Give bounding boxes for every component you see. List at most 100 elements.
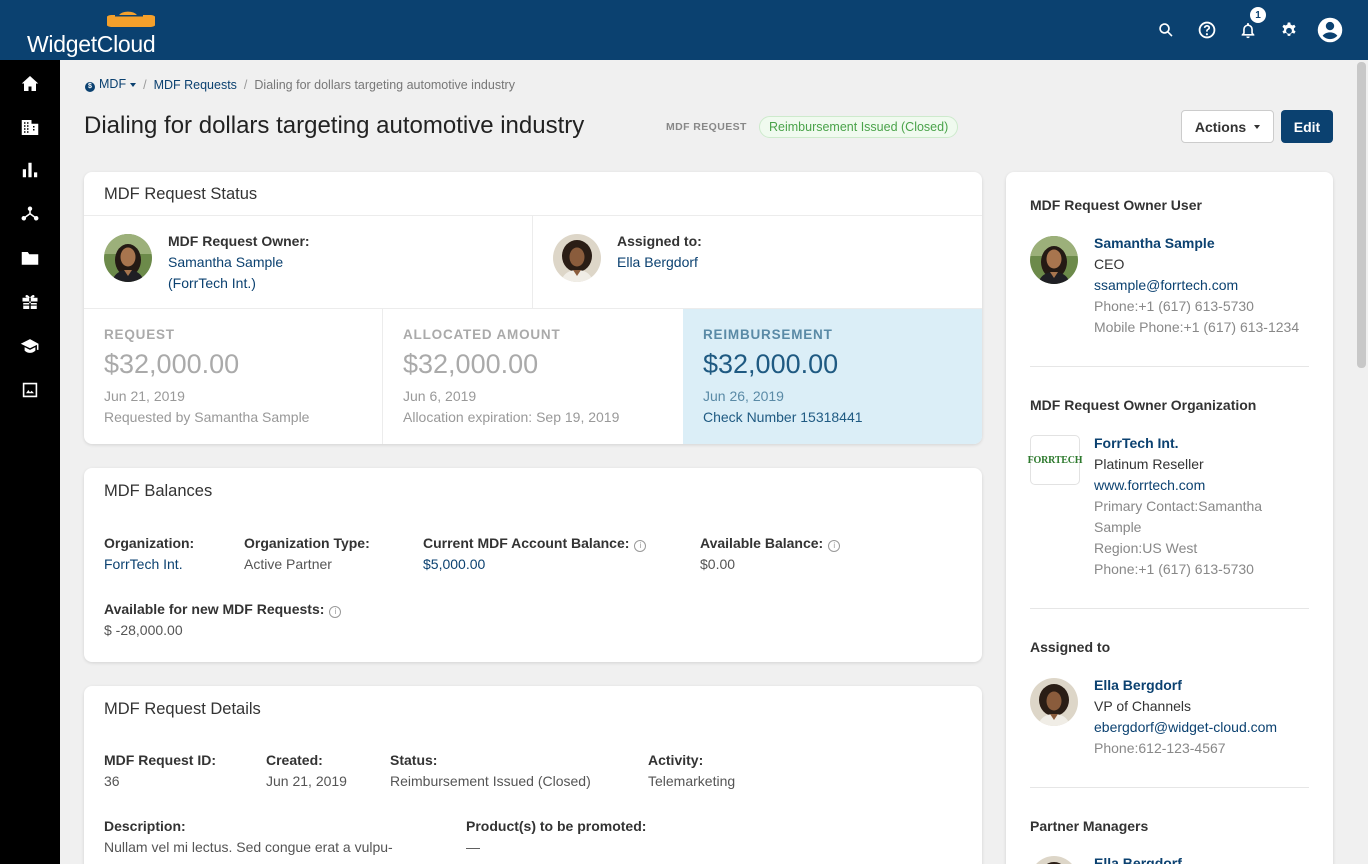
card-title: MDF Balances — [104, 482, 213, 500]
description-field: Description: Nullam vel mi lectus. Sed c… — [104, 818, 393, 855]
request-id-field: MDF Request ID: 36 — [104, 752, 216, 789]
cloud-logo-icon — [107, 11, 155, 27]
related-info-panel: MDF Request Owner User Samantha Sample C… — [1006, 172, 1333, 864]
available-balance-field: Available Balance: i $0.00 — [700, 533, 841, 575]
amount-caption: REQUEST — [104, 327, 175, 342]
request-amount-column: REQUEST $32,000.00 Jun 21, 2019 Requeste… — [84, 309, 383, 444]
search-icon[interactable] — [1145, 14, 1186, 46]
info-icon[interactable]: i — [329, 606, 342, 618]
scrollbar-thumb[interactable] — [1357, 62, 1366, 368]
partner-manager-info: Ella Bergdorf — [1094, 853, 1182, 864]
breadcrumb: $ MDF / MDF Requests / Dialing for dollar… — [85, 77, 515, 92]
home-icon[interactable] — [0, 63, 60, 103]
status-badge: Reimbursement Issued (Closed) — [759, 116, 959, 138]
breadcrumb-mdf-menu[interactable]: $ MDF — [85, 77, 137, 92]
account-icon[interactable] — [1309, 14, 1350, 46]
owner-org-website-link[interactable]: www.forrtech.com — [1094, 475, 1262, 496]
owner-user-name-link[interactable]: Samantha Sample — [1094, 233, 1299, 254]
products-field: Product(s) to be promoted: — — [466, 818, 647, 855]
bar-chart-icon[interactable] — [0, 150, 60, 190]
status-field: Status: Reimbursement Issued (Closed) — [390, 752, 591, 789]
notification-badge: 1 — [1250, 7, 1266, 23]
bell-icon[interactable]: 1 — [1227, 7, 1268, 46]
account-balance-link[interactable]: $5,000.00 — [423, 554, 646, 575]
avatar-ella — [1030, 856, 1078, 864]
amount-date: Jun 6, 2019 — [403, 388, 477, 404]
info-icon[interactable]: i — [828, 540, 841, 552]
amount-note: Check Number 15318441 — [703, 409, 863, 425]
network-icon[interactable] — [0, 194, 60, 234]
breadcrumb-mdf-requests[interactable]: MDF Requests — [154, 78, 237, 92]
amount-date: Jun 26, 2019 — [703, 388, 784, 404]
mdf-request-details-card: MDF Request Details MDF Request ID: 36 C… — [84, 686, 982, 864]
amount-date: Jun 21, 2019 — [104, 388, 185, 404]
sidebar — [0, 60, 60, 864]
assigned-to-email-link[interactable]: ebergdorf@widget-cloud.com — [1094, 717, 1277, 738]
logo-text: WidgetCloud — [27, 31, 156, 57]
organization-type-field: Organization Type: Active Partner — [244, 535, 370, 572]
activity-field: Activity: Telemarketing — [648, 752, 736, 789]
caret-down-icon — [130, 82, 137, 87]
caret-down-icon — [1254, 124, 1261, 129]
request-owner-label: MDF Request Owner: — [168, 233, 310, 249]
scrollbar[interactable] — [1354, 60, 1368, 864]
mdf-balances-card: MDF Balances Organization: ForrTech Int.… — [84, 468, 982, 662]
org-logo: FORRTECH — [1028, 435, 1083, 485]
request-owner-name-link[interactable]: Samantha Sample — [168, 252, 310, 273]
actions-button[interactable]: Actions — [1181, 110, 1274, 143]
graduation-cap-icon[interactable] — [0, 326, 60, 366]
amount-note: Requested by Samantha Sample — [104, 409, 310, 425]
assigned-to-label: Assigned to: — [617, 233, 702, 249]
amount-value: $32,000.00 — [703, 349, 839, 379]
amount-value: $32,000.00 — [104, 349, 240, 379]
account-balance-field: Current MDF Account Balance: i $5,000.00 — [423, 533, 647, 575]
record-type-label: MDF REQUEST — [666, 121, 747, 133]
avatar-samantha — [104, 234, 152, 282]
breadcrumb-current: Dialing for dollars targeting automotive… — [254, 77, 515, 92]
top-bar: WidgetCloud 1 — [0, 0, 1368, 60]
assigned-to-title: Assigned to — [1030, 639, 1111, 655]
reimbursement-amount-column: REIMBURSEMENT $32,000.00 Jun 26, 2019 Ch… — [683, 309, 982, 444]
card-title: MDF Request Details — [104, 700, 261, 718]
available-new-requests-field: Available for new MDF Requests: i $ -28,0… — [104, 599, 342, 641]
owner-user-info: Samantha Sample CEO ssample@forrtech.com… — [1094, 233, 1300, 335]
request-owner-block: MDF Request Owner: Samantha Sample (Forr… — [168, 231, 310, 294]
page-title: Dialing for dollars targeting automotive… — [84, 112, 585, 139]
logo[interactable]: WidgetCloud — [27, 4, 157, 57]
owner-user-title: MDF Request Owner User — [1030, 197, 1202, 213]
owner-org-title: MDF Request Owner Organization — [1030, 397, 1257, 413]
assigned-to-block: Assigned to: Ella Bergdorf — [617, 231, 702, 273]
assigned-to-name-link[interactable]: Ella Bergdorf — [617, 252, 702, 273]
gift-icon[interactable] — [0, 281, 60, 321]
partner-manager-name-link[interactable]: Ella Bergdorf — [1094, 853, 1182, 864]
info-icon[interactable]: i — [634, 540, 647, 552]
amount-note: Allocation expiration: Sep 19, 2019 — [403, 409, 620, 425]
avatar-ella — [553, 234, 601, 282]
coin-icon: $ — [85, 82, 95, 92]
card-title: MDF Request Status — [104, 185, 258, 203]
organization-field: Organization: ForrTech Int. — [104, 533, 194, 575]
amount-value: $32,000.00 — [403, 349, 539, 379]
help-icon[interactable] — [1186, 14, 1227, 46]
mdf-request-status-card: MDF Request Status MDF Request Owner: Sa… — [84, 172, 982, 444]
gear-icon[interactable] — [1268, 14, 1309, 46]
amount-caption: ALLOCATED AMOUNT — [403, 327, 561, 342]
breadcrumb-separator: / — [243, 77, 248, 92]
owner-user-email-link[interactable]: ssample@forrtech.com — [1094, 275, 1299, 296]
created-field: Created: Jun 21, 2019 — [266, 752, 347, 789]
organization-link[interactable]: ForrTech Int. — [104, 554, 194, 575]
request-owner-org-link[interactable]: (ForrTech Int.) — [168, 273, 310, 294]
image-icon[interactable] — [0, 370, 60, 410]
owner-org-name-link[interactable]: ForrTech Int. — [1094, 433, 1262, 454]
avatar-ella — [1030, 678, 1078, 726]
folder-icon[interactable] — [0, 238, 60, 278]
breadcrumb-separator: / — [143, 77, 147, 92]
allocated-amount-column: ALLOCATED AMOUNT $32,000.00 Jun 6, 2019 … — [383, 309, 682, 444]
assigned-to-name-link[interactable]: Ella Bergdorf — [1094, 675, 1277, 696]
partner-managers-title: Partner Managers — [1030, 818, 1149, 834]
edit-button[interactable]: Edit — [1281, 110, 1333, 143]
owner-org-info: ForrTech Int. Platinum Reseller www.forr… — [1094, 433, 1263, 577]
assigned-to-info: Ella Bergdorf VP of Channels ebergdorf@w… — [1094, 675, 1278, 756]
amount-caption: REIMBURSEMENT — [703, 327, 833, 342]
building-icon[interactable] — [0, 107, 60, 147]
